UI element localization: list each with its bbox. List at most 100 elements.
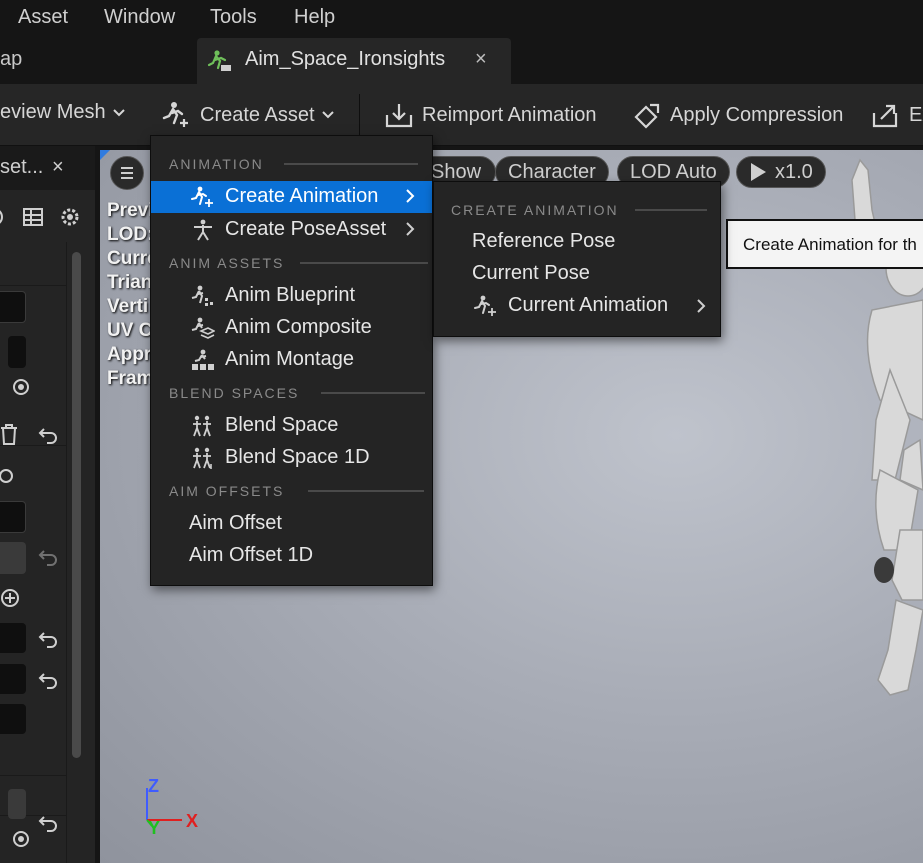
chevron-right-icon xyxy=(696,298,706,314)
submenu-item-reference-pose[interactable]: Reference Pose xyxy=(434,226,720,258)
menu-item-aim-offset-1d[interactable]: Aim Offset 1D xyxy=(151,540,432,572)
menu-item-create-poseasset[interactable]: Create PoseAsset xyxy=(151,214,432,246)
menu-section-blend-spaces: BLEND SPACES xyxy=(169,385,426,401)
menu-item-label: Anim Blueprint xyxy=(225,284,356,306)
reset-arrow-icon[interactable] xyxy=(38,671,58,689)
menu-window[interactable]: Window xyxy=(104,6,175,29)
menu-item-create-animation[interactable]: Create Animation xyxy=(151,181,432,213)
panel-divider xyxy=(66,242,67,863)
search-icon[interactable] xyxy=(0,206,8,228)
close-icon[interactable]: × xyxy=(52,156,64,179)
reset-arrow-icon[interactable] xyxy=(38,630,58,648)
section-divider xyxy=(634,209,707,211)
submenu-item-current-pose[interactable]: Current Pose xyxy=(434,258,720,290)
export-button[interactable]: Ex xyxy=(871,101,923,129)
hamburger-icon xyxy=(121,167,133,179)
menu-section-animation: ANIMATION xyxy=(169,156,418,172)
target-icon[interactable] xyxy=(12,378,30,396)
anim-composite-icon xyxy=(191,317,215,339)
apply-compression-label: Apply Compression xyxy=(670,103,844,126)
menu-item-blend-space-1d[interactable]: Blend Space 1D xyxy=(151,442,432,474)
property-field[interactable] xyxy=(0,704,26,734)
chevron-right-icon xyxy=(405,188,415,204)
menu-tools[interactable]: Tools xyxy=(210,6,257,29)
preview-mesh-button[interactable]: eview Mesh xyxy=(0,101,126,124)
menu-item-anim-blueprint[interactable]: Anim Blueprint xyxy=(151,280,432,312)
menu-item-label: Anim Montage xyxy=(225,348,354,370)
info-line: UV C xyxy=(107,320,153,341)
axis-z-label: Z xyxy=(148,776,159,796)
menu-item-anim-composite[interactable]: Anim Composite xyxy=(151,312,432,344)
submenu-item-current-animation[interactable]: Current Animation xyxy=(434,290,720,322)
create-asset-button[interactable]: Create Asset xyxy=(162,101,335,129)
menu-item-label: Aim Offset 1D xyxy=(189,544,314,566)
section-divider xyxy=(300,262,429,264)
create-animation-submenu: CREATE ANIMATION Reference Pose Current … xyxy=(433,181,721,337)
property-field[interactable] xyxy=(0,664,26,694)
asset-details-tab-label: set... xyxy=(0,156,44,178)
add-circle-icon[interactable] xyxy=(0,588,20,608)
tab-aim-space-ironsights[interactable]: Aim_Space_Ironsights × xyxy=(197,38,511,84)
reimport-label: Reimport Animation xyxy=(422,103,597,126)
toolbar-separator xyxy=(359,94,360,138)
property-row xyxy=(0,736,66,776)
apply-compression-button[interactable]: Apply Compression xyxy=(632,101,843,129)
info-line: Previ xyxy=(107,200,154,221)
section-divider xyxy=(308,490,425,492)
property-checkbox[interactable] xyxy=(0,501,26,533)
menu-item-label: Create Animation xyxy=(225,185,379,207)
running-figure-plus-icon xyxy=(474,295,498,317)
reset-arrow-icon[interactable] xyxy=(38,814,58,832)
menu-item-blend-space[interactable]: Blend Space xyxy=(151,410,432,442)
section-divider xyxy=(283,163,418,165)
menu-item-anim-montage[interactable]: Anim Montage xyxy=(151,344,432,376)
submenu-item-label: Reference Pose xyxy=(472,230,616,252)
tab-label: Aim_Space_Ironsights xyxy=(245,48,446,70)
menu-item-label: Blend Space 1D xyxy=(225,446,370,468)
panel-toolbar xyxy=(0,198,95,238)
viewport-focus-corner xyxy=(100,150,110,160)
info-line: Fram xyxy=(107,368,154,389)
running-figure-plus-icon xyxy=(162,101,192,129)
tab-close-icon[interactable]: × xyxy=(475,48,487,71)
asset-details-tab[interactable]: set... × xyxy=(0,146,95,190)
asset-details-panel: set... × xyxy=(0,146,95,863)
menu-item-aim-offset[interactable]: Aim Offset xyxy=(151,508,432,540)
anim-blueprint-icon xyxy=(191,285,215,307)
trash-icon[interactable] xyxy=(0,424,18,446)
section-label: BLEND SPACES xyxy=(169,385,300,401)
menu-item-label: Aim Offset xyxy=(189,512,282,534)
tab-previous[interactable]: ap xyxy=(0,48,22,71)
section-label: AIM OFFSETS xyxy=(169,483,285,499)
property-checkbox[interactable] xyxy=(0,291,26,323)
tooltip: Create Animation for th xyxy=(726,219,923,269)
submenu-item-label: Current Animation xyxy=(508,294,669,316)
menu-bar: Asset Window Tools Help xyxy=(0,0,923,38)
info-line: LOD: xyxy=(107,224,154,245)
table-icon[interactable] xyxy=(22,206,44,228)
menu-item-label: Blend Space xyxy=(225,414,339,436)
gear-icon[interactable] xyxy=(58,205,82,229)
play-icon xyxy=(749,162,767,182)
magnifier-icon[interactable] xyxy=(0,466,16,488)
section-label: CREATE ANIMATION xyxy=(451,202,619,218)
property-field[interactable] xyxy=(8,336,26,368)
reimport-animation-button[interactable]: Reimport Animation xyxy=(384,101,597,129)
export-icon xyxy=(871,101,901,129)
viewport-options-button[interactable] xyxy=(110,156,144,190)
reset-arrow-icon[interactable] xyxy=(38,426,58,444)
menu-help[interactable]: Help xyxy=(294,6,335,29)
chevron-down-icon xyxy=(112,108,126,118)
chevron-down-icon xyxy=(321,110,335,120)
menu-asset[interactable]: Asset xyxy=(18,6,68,29)
toolbar: eview Mesh Create Asset Reimport Animati… xyxy=(0,84,923,146)
preview-mesh-label: eview Mesh xyxy=(0,101,106,123)
menu-item-label: Create PoseAsset xyxy=(225,218,387,240)
panel-scrollbar[interactable] xyxy=(72,252,81,758)
property-field[interactable] xyxy=(8,789,26,819)
target-icon[interactable] xyxy=(12,830,30,848)
property-field[interactable] xyxy=(0,623,26,653)
blend-space-1d-icon xyxy=(191,447,215,469)
property-checkbox-disabled[interactable] xyxy=(0,542,26,574)
info-line: Appr xyxy=(107,344,152,365)
